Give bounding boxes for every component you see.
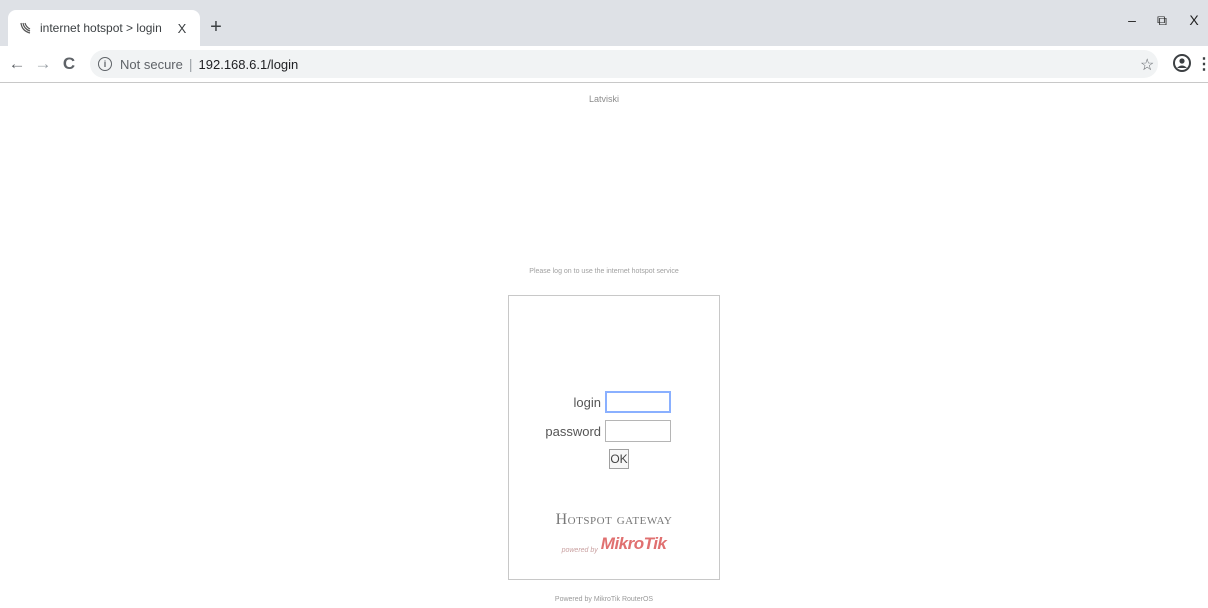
ok-button[interactable]: OK xyxy=(609,449,629,469)
new-tab-button[interactable]: + xyxy=(205,16,227,38)
close-window-button[interactable]: X xyxy=(1184,12,1204,28)
info-icon[interactable]: i xyxy=(98,57,112,71)
login-input[interactable] xyxy=(605,391,671,413)
forward-button[interactable]: → xyxy=(34,55,52,73)
browser-tab[interactable]: internet hotspot > login X xyxy=(8,10,200,46)
login-label: login xyxy=(573,394,601,410)
back-button[interactable]: ← xyxy=(8,55,26,73)
profile-icon[interactable] xyxy=(1172,54,1192,74)
browser-toolbar: ← → C i Not secure | 192.168.6.1/login ☆… xyxy=(0,46,1208,83)
hotspot-gateway-title: Hotspot gateway xyxy=(555,511,673,528)
close-tab-icon[interactable]: X xyxy=(174,21,190,36)
mikrotik-branding: powered by MikroTik xyxy=(509,534,719,554)
powered-by-label: powered by xyxy=(561,547,598,554)
password-input[interactable] xyxy=(605,420,671,442)
footer-text: Powered by MikroTik RouterOS xyxy=(554,596,654,603)
mikrotik-favicon-icon xyxy=(18,20,34,36)
tab-title: internet hotspot > login xyxy=(40,21,162,35)
password-label: password xyxy=(545,423,601,439)
reload-button[interactable]: C xyxy=(60,55,78,73)
minimize-window-button[interactable]: – xyxy=(1122,12,1142,28)
restore-window-button[interactable]: ⧉ xyxy=(1152,12,1172,29)
login-box: login password OK Hotspot gateway powere… xyxy=(508,295,720,580)
security-status[interactable]: Not secure xyxy=(120,57,183,72)
tab-strip: internet hotspot > login X + – ⧉ X xyxy=(0,0,1208,46)
bookmark-star-icon[interactable]: ☆ xyxy=(1140,55,1154,75)
menu-kebab-icon[interactable]: ⋮ xyxy=(1196,54,1208,74)
url-text[interactable]: 192.168.6.1/login xyxy=(199,57,299,72)
mikrotik-logo: MikroTik xyxy=(600,534,667,553)
password-row: password xyxy=(509,420,671,442)
address-separator: | xyxy=(188,56,193,72)
language-link[interactable]: Latviski xyxy=(0,94,1208,104)
login-row: login xyxy=(509,391,671,413)
address-bar[interactable]: i Not secure | 192.168.6.1/login xyxy=(90,50,1158,78)
login-notice: Please log on to use the internet hotspo… xyxy=(529,268,679,275)
